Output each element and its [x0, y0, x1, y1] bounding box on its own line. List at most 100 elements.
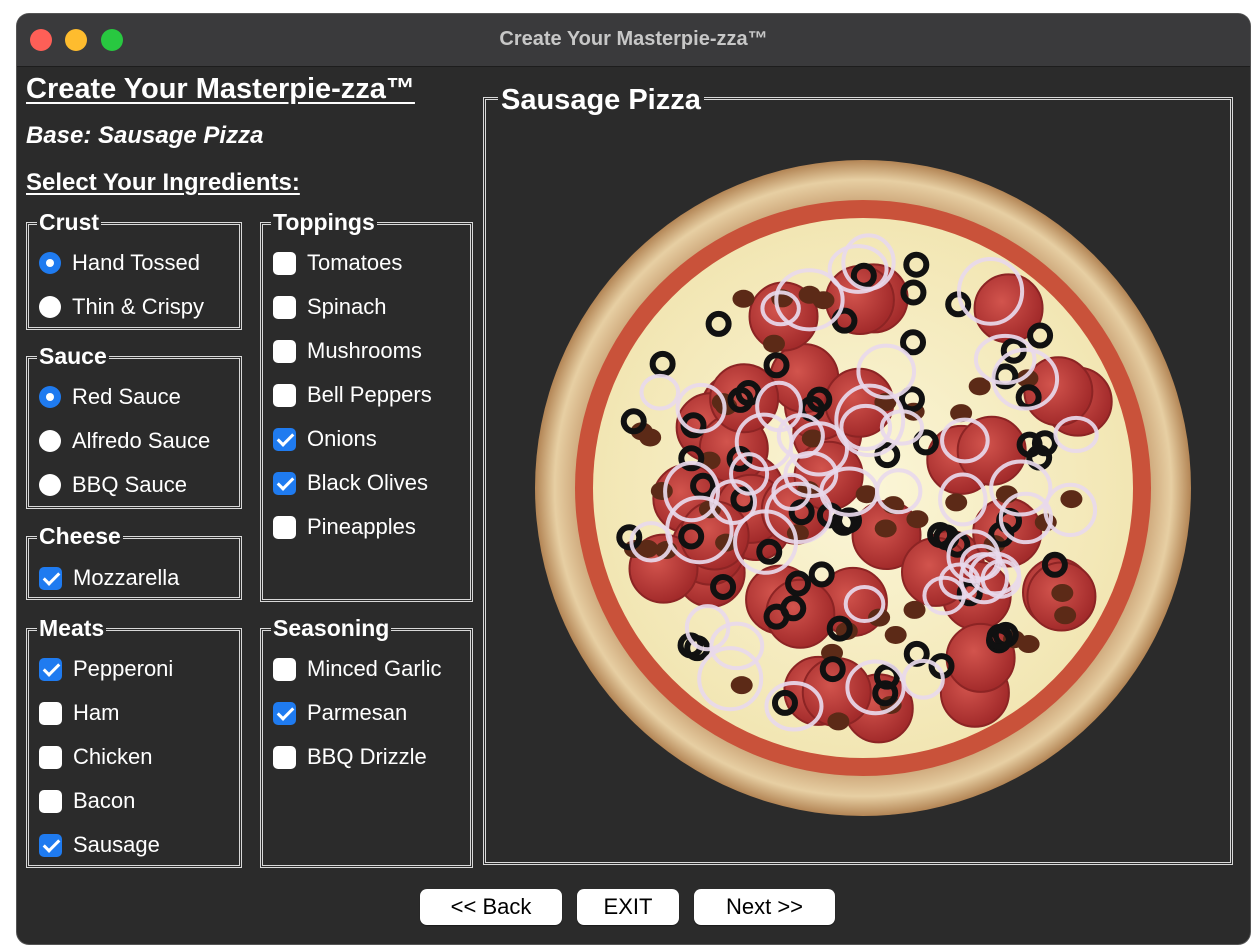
sauce-bbq-option[interactable]: BBQ Sauce [39, 468, 187, 502]
meats-group-title: Meats [37, 615, 107, 641]
crust-group: Crust Hand Tossed Thin & Crispy [26, 209, 242, 330]
checkbox-checked-icon[interactable] [39, 566, 62, 590]
app-heading: Create Your Masterpie-zza™ [26, 73, 415, 105]
option-label: Bacon [73, 788, 136, 813]
select-ingredients-label: Select Your Ingredients: [26, 169, 300, 196]
cheese-group-title: Cheese [37, 523, 123, 549]
toppings-group: Toppings Tomatoes Spinach Mushrooms Bell… [260, 209, 473, 602]
checkbox-unchecked-icon[interactable] [273, 657, 296, 681]
option-label: BBQ Sauce [72, 472, 187, 497]
option-label: Sausage [73, 832, 160, 857]
seasoning-bbq-drizzle-option[interactable]: BBQ Drizzle [273, 740, 427, 774]
pizza-preview-panel: Sausage Pizza [483, 83, 1233, 865]
option-label: Spinach [307, 294, 387, 319]
checkbox-unchecked-icon[interactable] [273, 515, 296, 539]
sausage-piece [1051, 583, 1074, 602]
checkbox-unchecked-icon[interactable] [273, 339, 296, 363]
option-label: Onions [307, 426, 377, 451]
option-label: Chicken [73, 744, 153, 769]
option-label: Minced Garlic [307, 656, 442, 681]
crust-hand-tossed-option[interactable]: Hand Tossed [39, 246, 200, 280]
topping-mushrooms-option[interactable]: Mushrooms [273, 334, 422, 368]
option-label: Parmesan [307, 700, 408, 725]
meat-pepperoni-option[interactable]: Pepperoni [39, 652, 173, 686]
checkbox-checked-icon[interactable] [273, 471, 296, 495]
sausage-piece [868, 608, 891, 627]
sausage-piece [812, 291, 835, 310]
checkbox-unchecked-icon[interactable] [273, 295, 296, 319]
crust-group-title: Crust [37, 209, 102, 235]
option-label: Red Sauce [72, 384, 181, 409]
sauce-red-option[interactable]: Red Sauce [39, 380, 181, 414]
base-label: Base: Sausage Pizza [26, 122, 264, 149]
sausage-piece [730, 676, 753, 695]
sausage-piece [732, 289, 755, 308]
option-label: Pineapples [307, 514, 416, 539]
meat-sausage-option[interactable]: Sausage [39, 828, 160, 862]
checkbox-checked-icon[interactable] [39, 657, 62, 681]
sausage-piece [945, 493, 968, 512]
next-button[interactable]: Next >> [694, 889, 835, 925]
checkbox-unchecked-icon[interactable] [273, 745, 296, 769]
topping-tomatoes-option[interactable]: Tomatoes [273, 246, 402, 280]
meat-bacon-option[interactable]: Bacon [39, 784, 135, 818]
preview-title: Sausage Pizza [498, 83, 704, 117]
checkbox-unchecked-icon[interactable] [273, 251, 296, 275]
sausage-piece [874, 519, 897, 538]
sauce-group: Sauce Red Sauce Alfredo Sauce BBQ Sauce [26, 343, 242, 509]
cheese-mozzarella-option[interactable]: Mozzarella [39, 561, 179, 595]
seasoning-parmesan-option[interactable]: Parmesan [273, 696, 407, 730]
radio-unselected-icon[interactable] [39, 296, 61, 318]
checkbox-checked-icon[interactable] [273, 701, 296, 725]
checkbox-unchecked-icon[interactable] [39, 789, 62, 813]
option-label: Thin & Crispy [72, 294, 205, 319]
seasoning-group-title: Seasoning [271, 615, 392, 641]
option-label: Tomatoes [307, 250, 403, 275]
sausage-piece [884, 625, 907, 644]
pizza-image [535, 160, 1191, 816]
seasoning-minced-garlic-option[interactable]: Minced Garlic [273, 652, 441, 686]
titlebar: Create Your Masterpie-zza™ [17, 14, 1250, 67]
exit-button[interactable]: EXIT [577, 889, 679, 925]
option-label: Mozzarella [73, 565, 180, 590]
topping-spinach-option[interactable]: Spinach [273, 290, 387, 324]
sausage-piece [827, 712, 850, 731]
option-label: Mushrooms [307, 338, 422, 363]
radio-selected-icon[interactable] [39, 252, 61, 274]
sausage-piece [1054, 606, 1077, 625]
radio-selected-icon[interactable] [39, 386, 61, 408]
checkbox-unchecked-icon[interactable] [39, 701, 62, 725]
radio-unselected-icon[interactable] [39, 430, 61, 452]
sausage-piece [906, 510, 929, 529]
sauce-alfredo-option[interactable]: Alfredo Sauce [39, 424, 210, 458]
option-label: Pepperoni [73, 656, 174, 681]
topping-pineapples-option[interactable]: Pineapples [273, 510, 416, 544]
back-button[interactable]: << Back [420, 889, 562, 925]
option-label: Black Olives [307, 470, 429, 495]
option-label: Bell Peppers [307, 382, 432, 407]
radio-unselected-icon[interactable] [39, 474, 61, 496]
meats-group: Meats Pepperoni Ham Chicken Bacon Sausag… [26, 615, 242, 868]
topping-black-olives-option[interactable]: Black Olives [273, 466, 428, 500]
option-label: Ham [73, 700, 120, 725]
checkbox-checked-icon[interactable] [39, 833, 62, 857]
crust-thin-crispy-option[interactable]: Thin & Crispy [39, 290, 204, 324]
option-label: Hand Tossed [72, 250, 201, 275]
seasoning-group: Seasoning Minced Garlic Parmesan BBQ Dri… [260, 615, 473, 868]
sausage-piece [903, 600, 926, 619]
option-label: Alfredo Sauce [72, 428, 211, 453]
meat-ham-option[interactable]: Ham [39, 696, 119, 730]
topping-bell-peppers-option[interactable]: Bell Peppers [273, 378, 432, 412]
sausage-piece [650, 481, 673, 500]
topping-onions-option[interactable]: Onions [273, 422, 377, 456]
app-window: Create Your Masterpie-zza™ Create Your M… [17, 14, 1250, 944]
window-title: Create Your Masterpie-zza™ [499, 28, 768, 50]
sauce-group-title: Sauce [37, 343, 109, 369]
meat-chicken-option[interactable]: Chicken [39, 740, 152, 774]
checkbox-unchecked-icon[interactable] [273, 383, 296, 407]
sausage-piece [1060, 490, 1083, 509]
checkbox-unchecked-icon[interactable] [39, 745, 62, 769]
checkbox-checked-icon[interactable] [273, 427, 296, 451]
option-label: BBQ Drizzle [307, 744, 427, 769]
cheese-group: Cheese Mozzarella [26, 523, 242, 600]
